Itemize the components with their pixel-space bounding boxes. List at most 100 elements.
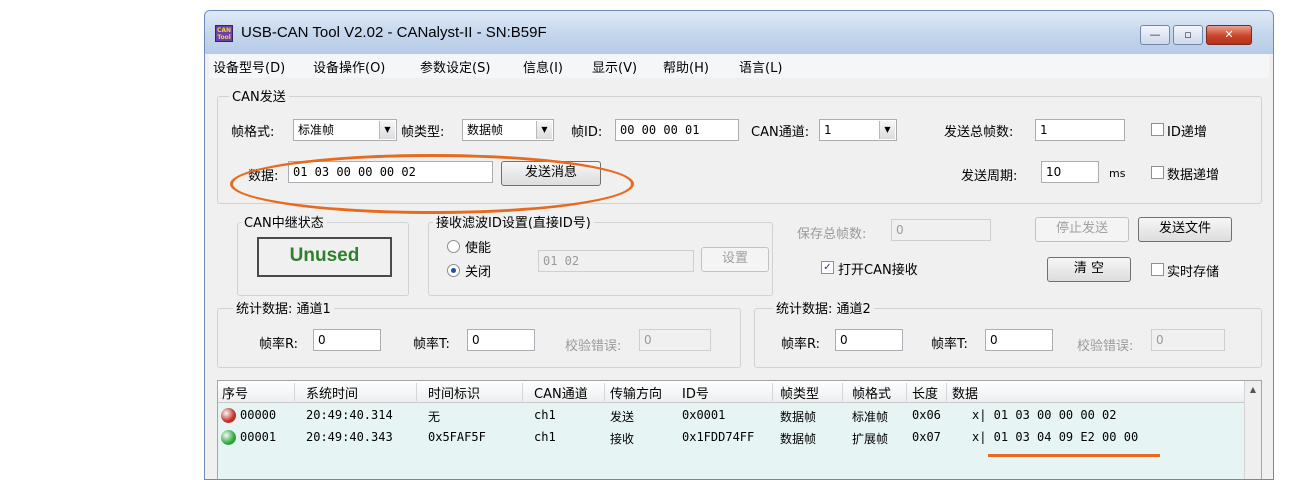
id-increment-checkbox[interactable]: [1151, 123, 1164, 136]
realtime-save-checkbox[interactable]: [1151, 263, 1164, 276]
cell-channel: ch1: [534, 430, 556, 444]
open-can-receive-checkbox[interactable]: ✓: [821, 261, 834, 274]
send-message-button[interactable]: 发送消息: [501, 161, 601, 186]
can-channel-value: 1: [824, 123, 832, 137]
total-frames-input[interactable]: 1: [1035, 119, 1125, 141]
cell-system-time: 20:49:40.343: [306, 430, 393, 444]
cell-id: 0x1FDD74FF: [682, 430, 755, 444]
ch1-rate-t-value: 0: [467, 329, 535, 351]
cell-id: 0x0001: [682, 408, 726, 422]
frame-id-input[interactable]: 00 00 00 01: [615, 119, 739, 141]
cell-direction: 发送: [610, 410, 635, 424]
data-input[interactable]: 01 03 00 00 00 02: [288, 161, 493, 183]
cell-frame-format: 扩展帧: [852, 432, 889, 446]
data-label: 数据:: [248, 169, 279, 184]
cell-channel: ch1: [534, 408, 556, 422]
data-increment-label: 数据递增: [1167, 168, 1220, 183]
frame-type-value: 数据帧: [467, 123, 504, 137]
realtime-save-label: 实时存储: [1167, 265, 1220, 280]
cell-frame-type: 数据帧: [780, 432, 817, 446]
id-increment-label: ID递增: [1167, 125, 1207, 140]
menu-help[interactable]: 帮助(H): [663, 57, 709, 76]
frame-format-label: 帧格式:: [231, 125, 275, 140]
minimize-button[interactable]: —: [1140, 25, 1170, 45]
header-direction[interactable]: 传输方向: [610, 383, 662, 402]
cell-direction: 接收: [610, 432, 635, 446]
app-icon: CAN Tool: [215, 25, 233, 42]
ch2-rate-r-label: 帧率R:: [781, 337, 821, 352]
data-increment-checkbox[interactable]: [1151, 166, 1164, 179]
ch1-rate-r-label: 帧率R:: [259, 337, 299, 352]
filter-enable-label: 使能: [465, 241, 492, 256]
ch1-checksum-value: 0: [639, 329, 711, 351]
frame-type-select[interactable]: 数据帧 ▼: [462, 119, 554, 141]
menu-device-type[interactable]: 设备型号(D): [213, 57, 285, 76]
cell-system-time: 20:49:40.314: [306, 408, 393, 422]
cell-seq: 00001: [240, 430, 277, 444]
cell-frame-format: 标准帧: [852, 410, 889, 424]
stats-channel1-title: 统计数据: 通道1: [233, 298, 334, 317]
can-send-group: [217, 96, 1262, 204]
main-window: CAN Tool USB-CAN Tool V2.02 - CANalyst-I…: [204, 10, 1274, 480]
period-label: 发送周期:: [961, 169, 1018, 184]
total-frames-label: 发送总帧数:: [944, 125, 1014, 140]
can-send-title: CAN发送: [229, 86, 289, 105]
save-total-label: 保存总帧数:: [797, 227, 867, 242]
header-data[interactable]: 数据: [952, 383, 978, 402]
header-seq[interactable]: 序号: [222, 383, 248, 402]
header-frame-type[interactable]: 帧类型: [780, 383, 819, 402]
highlight-underline: [988, 454, 1160, 457]
open-can-receive-label: 打开CAN接收: [838, 263, 918, 278]
close-button[interactable]: ✕: [1206, 25, 1252, 45]
cell-frame-type: 数据帧: [780, 410, 817, 424]
frame-format-select[interactable]: 标准帧 ▼: [293, 119, 397, 141]
stop-send-button: 停止发送: [1035, 217, 1129, 242]
chevron-down-icon: ▼: [879, 121, 895, 139]
clear-button[interactable]: 清 空: [1047, 257, 1131, 282]
window-title: USB-CAN Tool V2.02 - CANalyst-II - SN:B5…: [241, 24, 547, 41]
cell-data: x| 01 03 04 09 E2 00 00: [972, 430, 1139, 444]
header-length[interactable]: 长度: [912, 383, 938, 402]
table-header: 序号 系统时间 时间标识 CAN通道 传输方向 ID号 帧类型 帧格式 长度 数…: [218, 381, 1245, 403]
can-channel-select[interactable]: 1 ▼: [819, 119, 897, 141]
filter-title: 接收滤波ID设置(直接ID号): [433, 212, 594, 231]
message-table[interactable]: 序号 系统时间 时间标识 CAN通道 传输方向 ID号 帧类型 帧格式 长度 数…: [217, 380, 1262, 479]
status-dot-icon: [221, 408, 236, 423]
header-system-time[interactable]: 系统时间: [306, 383, 358, 402]
menu-language[interactable]: 语言(L): [739, 57, 782, 76]
header-timestamp[interactable]: 时间标识: [428, 383, 480, 402]
header-frame-format[interactable]: 帧格式: [852, 383, 891, 402]
relay-status-indicator: Unused: [257, 237, 392, 277]
filter-enable-radio[interactable]: [447, 240, 460, 253]
filter-ids-input: 01 02: [538, 250, 694, 272]
title-bar[interactable]: CAN Tool USB-CAN Tool V2.02 - CANalyst-I…: [205, 11, 1273, 54]
chevron-down-icon: ▼: [536, 121, 552, 139]
stats-channel2-title: 统计数据: 通道2: [773, 298, 874, 317]
period-unit: ms: [1109, 167, 1126, 180]
cell-seq: 00000: [240, 408, 277, 422]
maximize-button[interactable]: ▫: [1173, 25, 1203, 45]
table-row[interactable]: 00001 20:49:40.343 0x5FAF5F ch1 接收 0x1FD…: [218, 427, 1245, 449]
frame-format-value: 标准帧: [298, 123, 335, 137]
header-can-channel[interactable]: CAN通道: [534, 383, 588, 402]
menu-view[interactable]: 显示(V): [592, 57, 637, 76]
header-id[interactable]: ID号: [682, 383, 709, 402]
send-file-button[interactable]: 发送文件: [1138, 217, 1232, 242]
ch2-checksum-label: 校验错误:: [1077, 339, 1134, 354]
filter-disable-radio[interactable]: [447, 264, 460, 277]
menu-device-operation[interactable]: 设备操作(O): [313, 57, 385, 76]
menu-info[interactable]: 信息(I): [523, 57, 563, 76]
save-total-input: 0: [891, 219, 991, 241]
table-scrollbar[interactable]: ▲: [1244, 381, 1261, 479]
frame-type-label: 帧类型:: [401, 125, 445, 140]
menu-parameters[interactable]: 参数设定(S): [420, 57, 490, 76]
cell-data: x| 01 03 00 00 00 02: [972, 408, 1117, 422]
scroll-up-icon[interactable]: ▲: [1245, 385, 1261, 394]
ch1-rate-t-label: 帧率T:: [413, 337, 450, 352]
ch2-checksum-value: 0: [1151, 329, 1225, 351]
ch1-checksum-label: 校验错误:: [565, 339, 622, 354]
ch2-rate-t-value: 0: [985, 329, 1053, 351]
period-input[interactable]: 10: [1041, 161, 1099, 183]
table-row[interactable]: 00000 20:49:40.314 无 ch1 发送 0x0001 数据帧 标…: [218, 405, 1245, 427]
cell-timestamp: 无: [428, 410, 441, 424]
